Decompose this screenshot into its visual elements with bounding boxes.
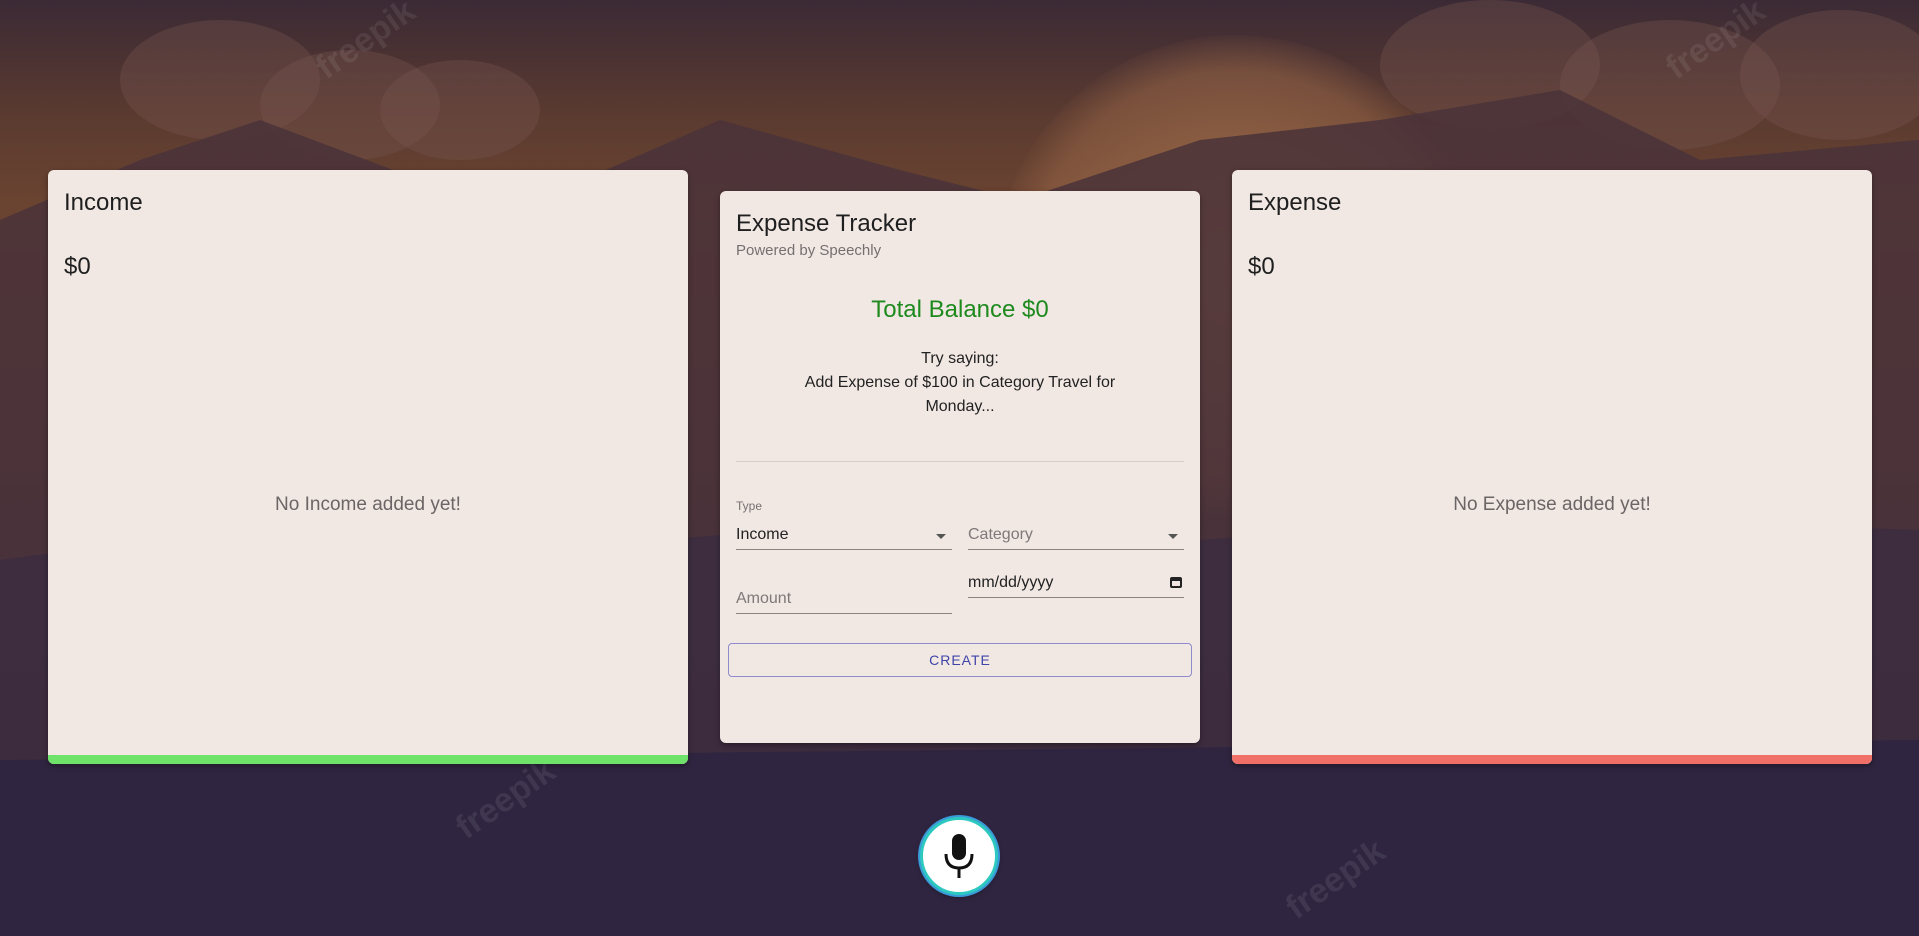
expense-card: Expense $0 No Expense added yet! [1232,170,1872,764]
background-cloud [260,50,440,160]
voice-hint-intro: Try saying: [921,350,999,367]
microphone-icon [944,834,974,878]
background-cloud [120,20,320,140]
expense-tracker-card: Expense Tracker Powered by Speechly Tota… [720,191,1200,743]
microphone-button[interactable] [920,817,998,895]
income-card: Income $0 No Income added yet! [48,170,688,764]
amount-placeholder: Amount [736,590,792,607]
expense-title: Expense [1248,189,1342,216]
category-placeholder: Category [968,526,1033,543]
background-cloud [1380,0,1600,130]
date-placeholder: mm/dd/yyyy [968,574,1054,591]
income-amount: $0 [64,253,91,280]
background-cloud [1560,20,1780,150]
type-select[interactable]: Type Income [736,499,952,550]
total-balance: Total Balance $0 [871,296,1049,323]
income-title: Income [64,189,143,216]
income-empty-message: No Income added yet! [275,494,461,515]
background-cloud [1740,10,1919,140]
create-button[interactable]: CREATE [728,643,1192,677]
type-label: Type [736,499,763,513]
calendar-icon[interactable] [1170,577,1182,588]
category-select[interactable]: Category [968,523,1184,550]
expense-accent-bar [1232,755,1872,764]
tracker-title: Expense Tracker [736,210,917,237]
background-watermark: freepik [1278,831,1393,927]
chevron-down-icon [936,534,946,539]
divider [736,461,1184,462]
income-accent-bar [48,755,688,764]
amount-input[interactable]: Amount [736,587,952,614]
chevron-down-icon [1168,534,1178,539]
voice-hint-example: Add Expense of $100 in Category Travel f… [804,374,1116,415]
date-input[interactable]: mm/dd/yyyy [968,571,1184,598]
background-watermark: freepik [308,0,423,87]
background-watermark: freepik [448,751,563,847]
background-watermark: freepik [1658,0,1773,87]
voice-hint: Try saying: Add Expense of $100 in Categ… [780,347,1140,419]
type-value: Income [736,526,789,543]
expense-empty-message: No Expense added yet! [1453,494,1651,515]
background-cloud [380,60,540,160]
expense-amount: $0 [1248,253,1275,280]
tracker-subtitle: Powered by Speechly [736,242,882,259]
